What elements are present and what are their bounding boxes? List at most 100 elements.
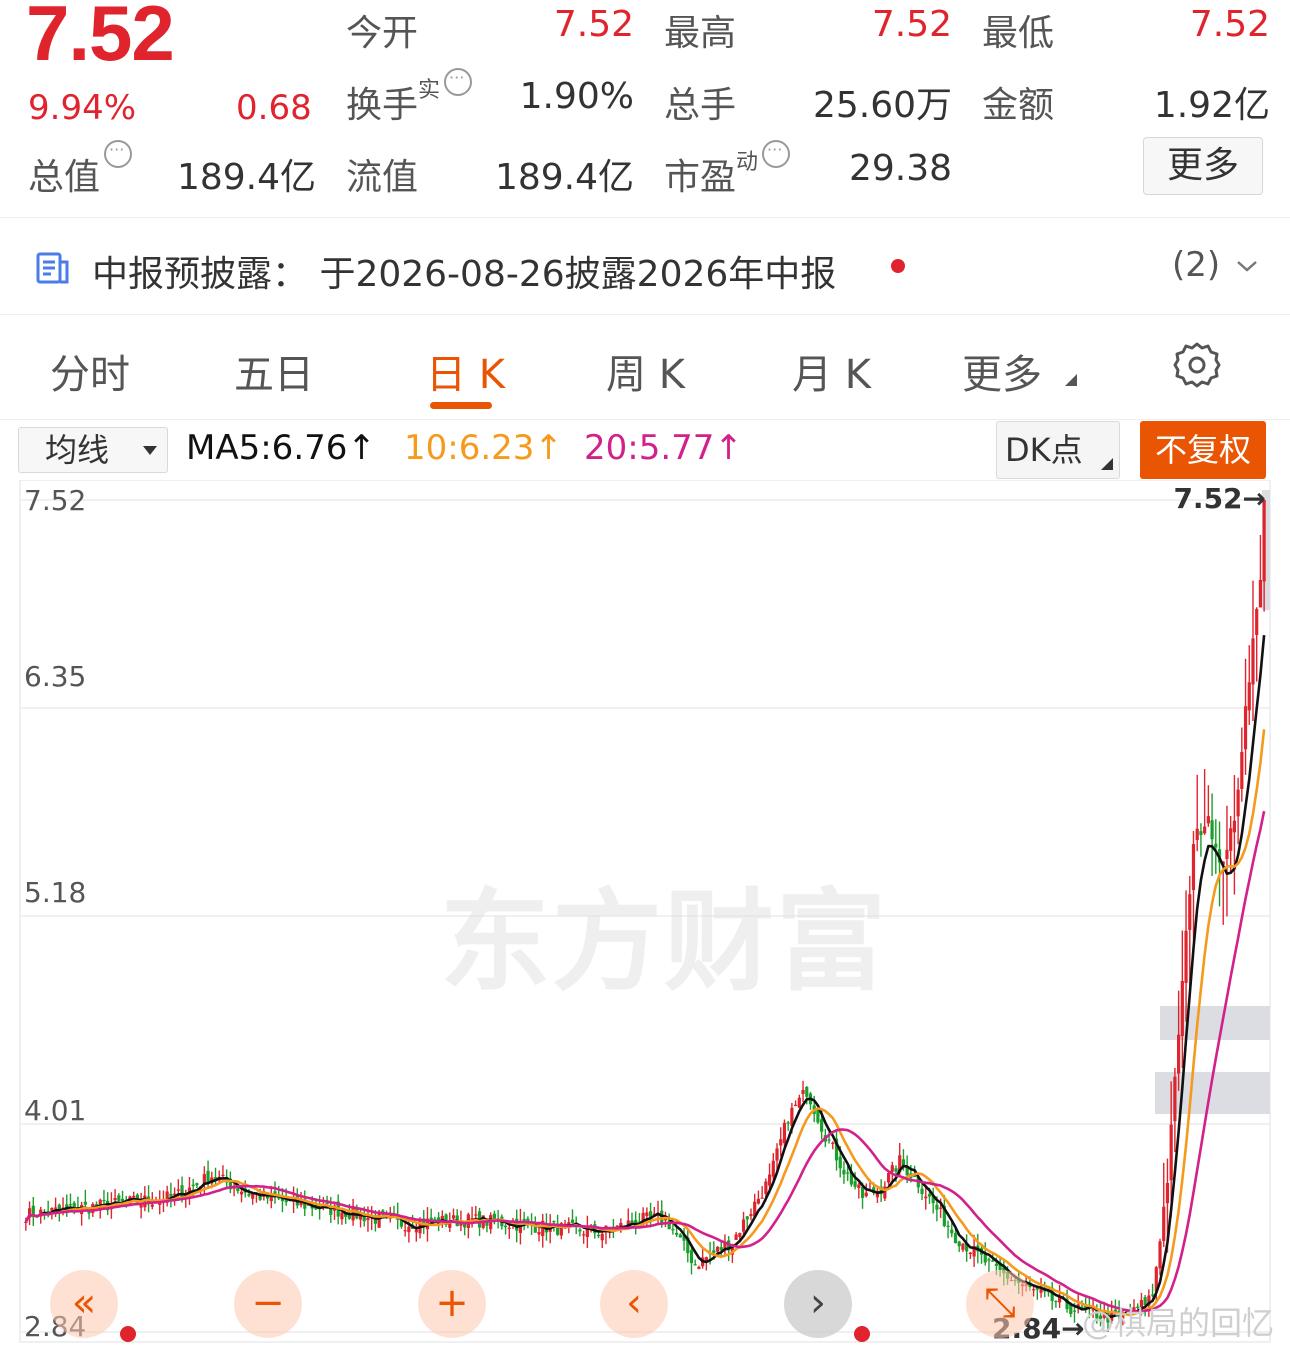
candle-body [1180, 980, 1184, 1037]
stat-label-open: 今开 [346, 13, 419, 54]
stat-label-pe-sup: 动 [736, 150, 759, 175]
stat-value-open: 7.52 [553, 4, 634, 45]
candle-body [1255, 608, 1259, 635]
stat-label-turnover[interactable]: 换手实 [346, 68, 473, 128]
dk-point-button[interactable]: DK点 [996, 421, 1120, 479]
candle-body [738, 1233, 742, 1238]
candle-body [1225, 849, 1229, 859]
y-tick-label: 5.18 [24, 876, 87, 909]
info-icon[interactable] [104, 140, 133, 168]
stat-label-pe-text: 市盈 [664, 157, 737, 198]
candle-body [503, 1225, 508, 1228]
candle-body [924, 1196, 928, 1199]
red-dot [120, 1326, 136, 1342]
candle-body [764, 1181, 768, 1194]
kline-chart[interactable]: 东方财富 7.52 6.35 5.18 4.01 2.84 7.52→ 2.84… [0, 480, 1290, 1351]
tab-more[interactable]: 更多 [962, 342, 1042, 400]
candle-body [403, 1230, 407, 1232]
candle-body [987, 1259, 991, 1261]
candle-body [247, 1193, 251, 1196]
candle-body [1203, 826, 1207, 834]
candle-body [54, 1207, 58, 1209]
tab-weekly-k[interactable]: 周 K [606, 342, 685, 400]
candle-body [671, 1229, 675, 1231]
candle-body [515, 1218, 519, 1231]
stat-label-low: 最低 [982, 13, 1055, 54]
indicator-select[interactable]: 均线 [18, 427, 168, 473]
dropdown-corner-icon [1101, 458, 1113, 470]
candle-body [994, 1263, 999, 1266]
candle-body [939, 1207, 943, 1209]
zoom-out-button[interactable]: − [234, 1270, 302, 1338]
change-percent: 9.94% [28, 88, 137, 128]
y-tick-label: 7.52 [24, 484, 87, 517]
stat-label-total-cap[interactable]: 总值 [28, 140, 133, 200]
candle-body [771, 1160, 775, 1177]
ma5-line [24, 634, 1266, 1319]
scroll-far-left-button[interactable]: « [50, 1270, 136, 1342]
up-arrow-icon: ↑ [714, 428, 743, 468]
stat-value-low: 7.52 [1189, 4, 1270, 45]
ma20-line [24, 810, 1266, 1314]
candle-body [433, 1218, 437, 1220]
candle-body [779, 1139, 783, 1146]
adjust-mode-button[interactable]: 不复权 [1140, 421, 1266, 479]
candle-body [68, 1204, 73, 1206]
candle-body [407, 1226, 411, 1233]
watermark-credit: @棋局的回忆 [1082, 1304, 1275, 1342]
candle-body [169, 1193, 173, 1197]
candle-body [890, 1165, 894, 1172]
candle-body [113, 1197, 117, 1201]
candle-body [957, 1241, 961, 1247]
reset-view-button[interactable]: ⤡ [966, 1270, 1034, 1338]
candle-body [340, 1212, 344, 1220]
tab-intraday[interactable]: 分时 [50, 342, 130, 400]
current-price: 7.52 [26, 0, 175, 77]
candle-body [120, 1198, 125, 1202]
candle-body [1232, 820, 1236, 833]
candle-body [846, 1172, 850, 1174]
change-amount: 0.68 [236, 88, 312, 128]
stat-value-float-cap: 189.4亿 [494, 157, 634, 198]
quote-header: 7.52 9.94% 0.68 今开 7.52 最高 7.52 最低 7.52 … [0, 0, 1290, 218]
notice-row[interactable]: 中报预披露： 于2026-08-26披露2026年中报 (2) [0, 219, 1290, 315]
expand-icon: ⤡ [984, 1280, 1016, 1326]
candle-body [470, 1218, 474, 1220]
candle-body [775, 1148, 779, 1161]
tab-five-day[interactable]: 五日 [234, 342, 314, 400]
candle-body [838, 1156, 842, 1169]
candle-body [805, 1086, 809, 1097]
candle-body [935, 1204, 939, 1210]
tab-monthly-k[interactable]: 月 K [792, 342, 871, 400]
chevron-down-icon[interactable] [1236, 255, 1258, 277]
gear-icon[interactable] [1172, 340, 1222, 390]
stat-label-pe[interactable]: 市盈动 [664, 140, 791, 200]
candle-body [117, 1195, 121, 1201]
info-icon[interactable] [762, 140, 791, 168]
notice-text[interactable]: 中报预披露： 于2026-08-26披露2026年中报 [92, 245, 836, 297]
zoom-in-button[interactable]: + [418, 1270, 486, 1338]
candle-body [1251, 638, 1255, 685]
stat-value-pe: 29.38 [848, 148, 952, 189]
kline-canvas[interactable] [0, 480, 1290, 1351]
ma5-text: MA5:6.76 [186, 428, 348, 468]
more-stats-button[interactable]: 更多 [1143, 137, 1263, 195]
step-left-button[interactable]: ‹ [600, 1270, 668, 1338]
candle-body [801, 1089, 805, 1094]
candle-body [715, 1246, 720, 1252]
candle-body [284, 1200, 288, 1203]
tab-daily-k[interactable]: 日 K [426, 342, 505, 400]
candle-body [1206, 816, 1210, 824]
candle-body [132, 1195, 136, 1198]
candle-body [366, 1217, 370, 1221]
candle-body [794, 1104, 798, 1106]
candle-body [741, 1219, 746, 1232]
candle-body [1236, 789, 1240, 817]
candle-body [886, 1172, 891, 1183]
period-tabs: 分时 五日 日 K 周 K 月 K 更多 [0, 316, 1290, 420]
info-icon[interactable] [444, 68, 473, 96]
candle-body [864, 1192, 868, 1197]
candle-body [1258, 579, 1263, 608]
minus-icon: − [251, 1280, 285, 1326]
step-right-button[interactable]: › [784, 1270, 870, 1342]
